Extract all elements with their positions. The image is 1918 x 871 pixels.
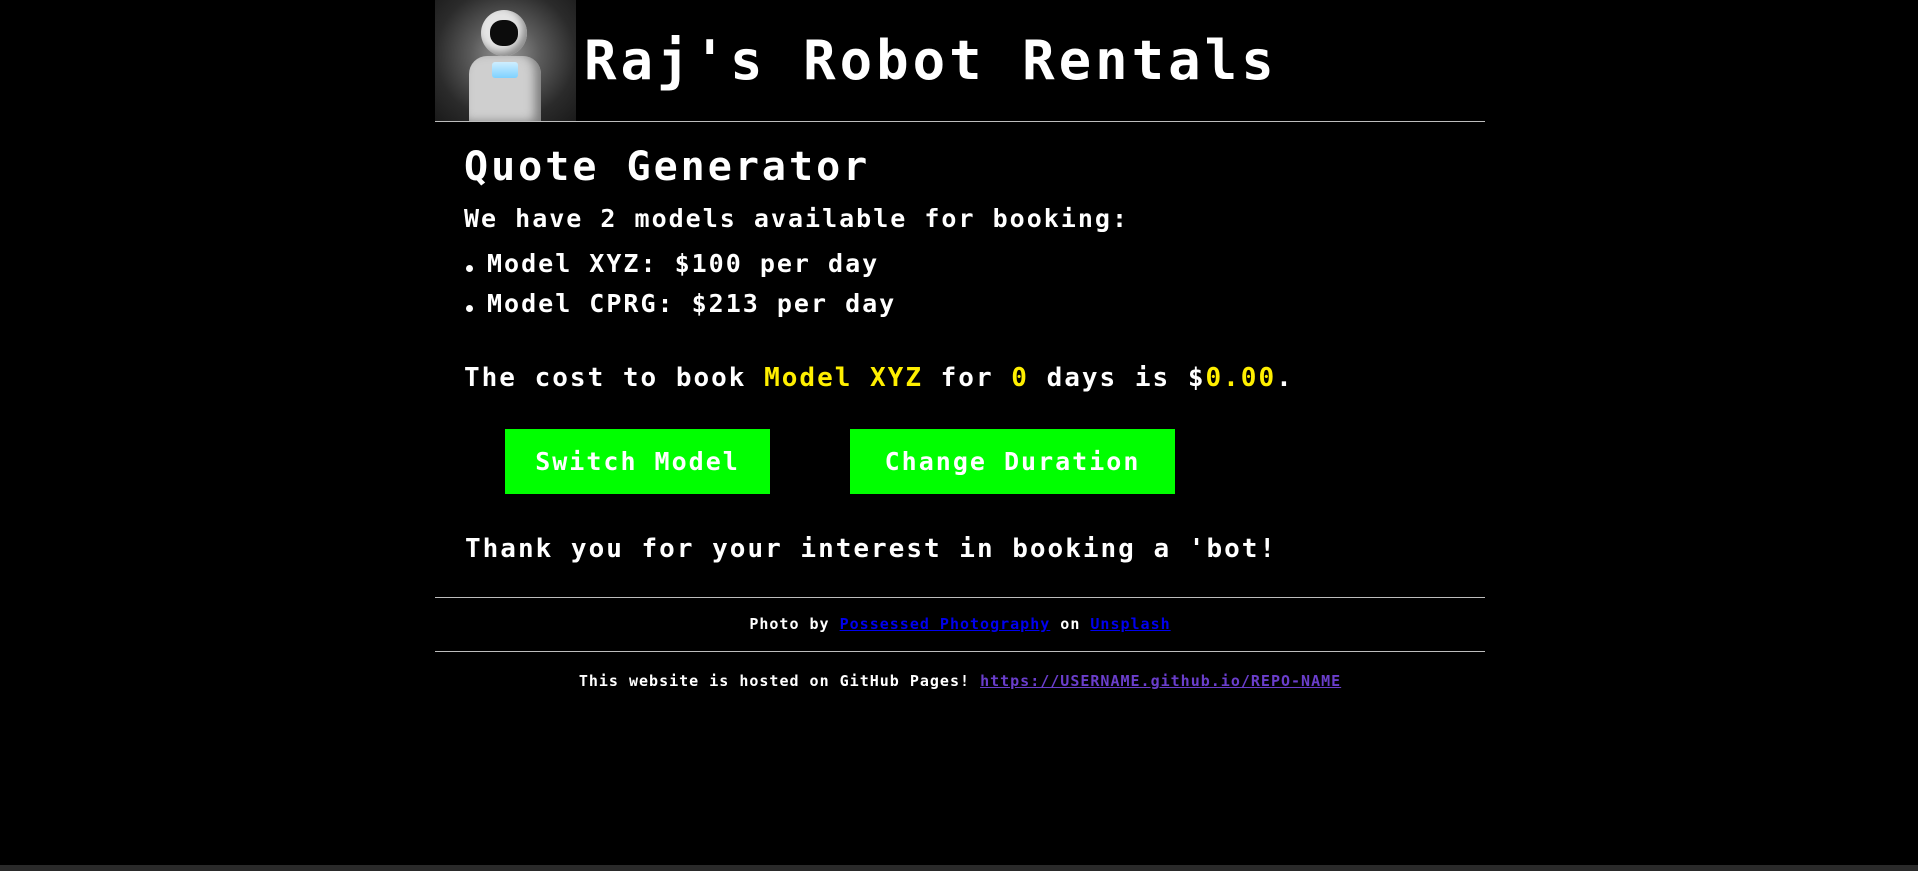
cost-mid-days: days is $ bbox=[1028, 363, 1206, 393]
cost-mid-for: for bbox=[923, 363, 1012, 393]
switch-model-button[interactable]: Switch Model bbox=[505, 429, 770, 494]
action-buttons: Switch Model Change Duration bbox=[464, 429, 1485, 494]
photographer-link[interactable]: Possessed Photography bbox=[840, 615, 1051, 633]
models-intro: We have 2 models available for booking: bbox=[464, 204, 1129, 233]
cost-prefix: The cost to book bbox=[464, 363, 765, 393]
photo-credit: Photo by Possessed Photography on Unspla… bbox=[435, 598, 1485, 651]
github-pages-link[interactable]: https://USERNAME.github.io/REPO-NAME bbox=[980, 672, 1341, 690]
unsplash-link[interactable]: Unsplash bbox=[1090, 615, 1170, 633]
list-item: Model CPRG: $213 per day bbox=[464, 283, 1485, 323]
cost-suffix: . bbox=[1276, 363, 1294, 393]
section-title: Quote Generator bbox=[464, 144, 871, 190]
divider bbox=[435, 651, 1485, 652]
site-title: Raj's Robot Rentals bbox=[584, 29, 1278, 92]
cost-summary: The cost to book Model XYZ for 0 days is… bbox=[464, 363, 1485, 393]
site-header: Raj's Robot Rentals bbox=[435, 0, 1485, 122]
hosted-text: This website is hosted on GitHub Pages! bbox=[578, 672, 981, 690]
credit-prefix: Photo by bbox=[749, 615, 840, 633]
model-item-label: Model CPRG: $213 per day bbox=[487, 288, 897, 318]
total-cost: 0.00 bbox=[1205, 363, 1277, 393]
change-duration-button[interactable]: Change Duration bbox=[850, 429, 1175, 494]
list-item: Model XYZ: $100 per day bbox=[464, 243, 1485, 283]
robot-logo-image bbox=[435, 0, 576, 121]
bullet-icon bbox=[466, 264, 473, 272]
main-content: Quote Generator We have 2 models availab… bbox=[435, 144, 1485, 564]
duration-days: 0 bbox=[1011, 363, 1029, 393]
credit-mid: on bbox=[1050, 615, 1091, 633]
selected-model: Model XYZ bbox=[764, 363, 923, 393]
window-bottom-edge bbox=[0, 865, 1918, 871]
page: Raj's Robot Rentals Quote Generator We h… bbox=[435, 0, 1485, 690]
hosting-note: This website is hosted on GitHub Pages! … bbox=[435, 672, 1485, 690]
model-item-label: Model XYZ: $100 per day bbox=[487, 248, 880, 278]
thanks-message: Thank you for your interest in booking a… bbox=[465, 534, 1278, 564]
bullet-icon bbox=[466, 304, 473, 312]
models-list: Model XYZ: $100 per day Model CPRG: $213… bbox=[464, 243, 1485, 323]
